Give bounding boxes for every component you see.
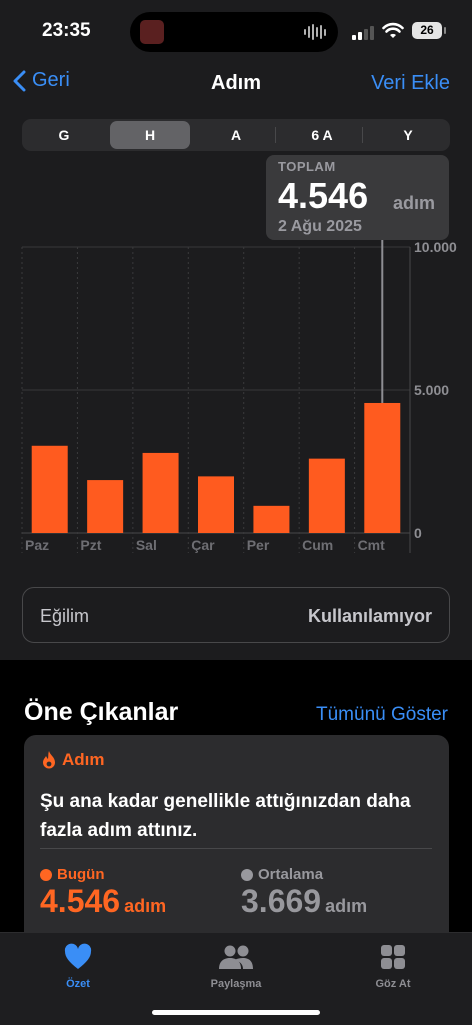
segment-year[interactable]: Y <box>368 121 448 149</box>
grid-icon <box>381 945 405 969</box>
today-stat-header: Bugün <box>40 866 166 883</box>
x-tick-label: Pzt <box>80 537 101 553</box>
people-icon <box>219 945 253 969</box>
y-tick-label: 0 <box>414 525 422 541</box>
now-playing-artwork <box>140 20 164 44</box>
audio-waveform-icon <box>304 24 326 40</box>
y-tick-label: 10.000 <box>414 239 457 255</box>
add-data-button[interactable]: Veri Ekle <box>371 72 450 95</box>
tab-browse-label: Göz At <box>375 978 411 990</box>
bar-per <box>253 505 290 533</box>
bar-cum <box>308 458 345 533</box>
today-dot-icon <box>40 868 52 881</box>
tab-summary-label: Özet <box>66 978 90 990</box>
today-unit: adım <box>124 896 167 916</box>
home-indicator[interactable] <box>152 1010 320 1015</box>
x-tick-label: Paz <box>25 537 49 553</box>
battery-icon: 26 <box>412 22 442 39</box>
cellular-signal-icon <box>352 24 376 40</box>
divider <box>40 848 432 849</box>
x-tick-label: Cum <box>302 537 333 553</box>
show-all-link[interactable]: Tümünü Göster <box>316 704 448 726</box>
highlights-title: Öne Çıkanlar <box>24 698 179 726</box>
average-unit: adım <box>325 896 368 916</box>
average-stat-header: Ortalama <box>241 866 367 883</box>
bar-sal <box>142 452 179 533</box>
x-tick-label: Çar <box>191 537 215 553</box>
time-range-segmented-control: G H A 6 A Y <box>22 119 450 151</box>
dynamic-island[interactable] <box>130 12 338 52</box>
tab-browse[interactable]: Göz At <box>333 943 453 990</box>
segment-divider <box>362 127 363 143</box>
callout-label: TOPLAM <box>278 159 336 174</box>
segment-month[interactable]: A <box>196 121 276 149</box>
x-tick-label: Sal <box>136 537 157 553</box>
status-time: 23:35 <box>42 20 91 41</box>
heart-icon <box>64 943 92 969</box>
today-value: 4.546 <box>40 883 121 919</box>
average-value: 3.669 <box>241 883 322 919</box>
tab-sharing[interactable]: Paylaşma <box>176 943 296 990</box>
wifi-icon <box>382 22 404 38</box>
bar-pzt <box>87 480 124 533</box>
tab-summary[interactable]: Özet <box>18 943 138 990</box>
highlight-category: Adım <box>40 750 105 770</box>
bar-cmt <box>364 402 401 533</box>
trend-value: Kullanılamıyor <box>307 606 432 626</box>
average-stat: Ortalama 3.669 adım <box>241 866 367 920</box>
selection-callout: TOPLAM 4.546 adım 2 Ağu 2025 <box>266 155 449 240</box>
highlight-category-label: Adım <box>62 750 105 769</box>
bar-çar <box>198 476 234 533</box>
callout-value: 4.546 <box>278 175 369 216</box>
callout-date: 2 Ağu 2025 <box>278 218 362 235</box>
today-label: Bugün <box>57 866 105 883</box>
segment-six-months[interactable]: 6 A <box>282 121 362 149</box>
x-tick-label: Cmt <box>358 537 386 553</box>
navigation-bar: Geri Adım Veri Ekle <box>0 62 472 106</box>
average-dot-icon <box>241 868 253 881</box>
callout-unit: adım <box>393 193 436 213</box>
trend-row[interactable]: Eğilim Kullanılamıyor <box>22 587 450 643</box>
trend-label: Eğilim <box>40 606 90 626</box>
battery-tip <box>444 27 446 34</box>
flame-icon <box>43 751 55 769</box>
highlight-text: Şu ana kadar genellikle attığınızdan dah… <box>40 791 411 841</box>
segment-week[interactable]: H <box>110 121 190 149</box>
today-stat: Bugün 4.546 adım <box>40 866 166 920</box>
bar-paz <box>31 445 68 533</box>
status-bar: 23:35 26 <box>0 0 472 60</box>
tab-sharing-label: Paylaşma <box>210 978 262 990</box>
average-label: Ortalama <box>258 866 324 883</box>
x-tick-label: Per <box>247 537 270 553</box>
y-tick-label: 5.000 <box>414 382 449 398</box>
segment-day[interactable]: G <box>24 121 104 149</box>
